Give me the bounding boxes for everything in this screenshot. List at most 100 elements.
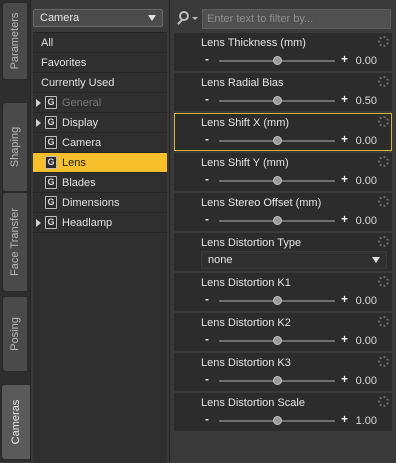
increment-button[interactable]: +: [341, 412, 348, 426]
property-label: Lens Distortion Scale: [201, 397, 305, 409]
category-item-camera[interactable]: G Camera: [33, 133, 167, 153]
increment-button[interactable]: +: [341, 92, 348, 106]
property-lens-thickness: Lens Thickness (mm) - + 0.00: [174, 33, 392, 71]
slider-handle[interactable]: [273, 296, 282, 305]
category-list: All Favorites Currently Used G General G…: [33, 32, 167, 463]
slider-handle[interactable]: [273, 176, 282, 185]
property-lens-distortion-k3: Lens Distortion K3 - + 0.00: [174, 353, 392, 391]
property-value[interactable]: 1.00: [356, 415, 377, 427]
category-item-general[interactable]: G General: [33, 93, 167, 113]
group-icon: G: [45, 196, 57, 209]
tab-parameters[interactable]: Parameters: [2, 2, 28, 80]
gear-icon[interactable]: [378, 196, 389, 207]
filter-input[interactable]: [202, 9, 391, 29]
property-value[interactable]: 0.00: [356, 375, 377, 387]
slider-handle[interactable]: [273, 336, 282, 345]
increment-button[interactable]: +: [341, 212, 348, 226]
property-label: Lens Distortion K1: [201, 277, 291, 289]
slider-handle[interactable]: [273, 216, 282, 225]
decrement-button[interactable]: -: [205, 292, 209, 306]
category-item-favorites[interactable]: Favorites: [33, 53, 167, 73]
category-item-display[interactable]: G Display: [33, 113, 167, 133]
gear-icon[interactable]: [378, 156, 389, 167]
slider-handle[interactable]: [273, 416, 282, 425]
property-value[interactable]: 0.00: [356, 135, 377, 147]
decrement-button[interactable]: -: [205, 412, 209, 426]
value-slider[interactable]: - +: [197, 372, 351, 387]
category-item-dimensions[interactable]: G Dimensions: [33, 193, 167, 213]
category-item-blades[interactable]: G Blades: [33, 173, 167, 193]
gear-icon[interactable]: [378, 396, 389, 407]
slider-handle[interactable]: [273, 96, 282, 105]
property-label: Lens Shift X (mm): [201, 117, 290, 129]
property-label: Lens Stereo Offset (mm): [201, 197, 322, 209]
expand-arrow-icon[interactable]: [36, 219, 41, 227]
tab-label: Shaping: [9, 126, 21, 168]
category-item-all[interactable]: All: [33, 33, 167, 53]
tab-shaping[interactable]: Shaping: [2, 102, 28, 192]
gear-icon[interactable]: [378, 276, 389, 287]
property-value[interactable]: 0.00: [356, 215, 377, 227]
property-value[interactable]: 0.00: [356, 335, 377, 347]
property-value[interactable]: 0.00: [356, 295, 377, 307]
slider-handle[interactable]: [273, 56, 282, 65]
property-lens-distortion-type: Lens Distortion Type none: [174, 233, 392, 271]
tab-label: Face Transfer: [9, 208, 21, 276]
property-value[interactable]: 0.00: [356, 175, 377, 187]
category-label: Currently Used: [41, 77, 115, 89]
decrement-button[interactable]: -: [205, 92, 209, 106]
category-item-headlamp[interactable]: G Headlamp: [33, 213, 167, 233]
value-slider[interactable]: - +: [197, 332, 351, 347]
value-slider[interactable]: - +: [197, 92, 351, 107]
value-slider[interactable]: - +: [197, 412, 351, 427]
group-icon: G: [45, 96, 57, 109]
increment-button[interactable]: +: [341, 292, 348, 306]
group-icon: G: [45, 116, 57, 129]
gear-icon[interactable]: [378, 76, 389, 87]
gear-icon[interactable]: [378, 36, 389, 47]
category-panel: Camera All Favorites Currently Used G Ge…: [31, 0, 170, 463]
value-slider[interactable]: - +: [197, 172, 351, 187]
decrement-button[interactable]: -: [205, 52, 209, 66]
node-select[interactable]: Camera: [33, 9, 163, 27]
increment-button[interactable]: +: [341, 332, 348, 346]
decrement-button[interactable]: -: [205, 372, 209, 386]
decrement-button[interactable]: -: [205, 132, 209, 146]
increment-button[interactable]: +: [341, 172, 348, 186]
value-slider[interactable]: - +: [197, 292, 351, 307]
decrement-button[interactable]: -: [205, 172, 209, 186]
property-lens-shift-y: Lens Shift Y (mm) - + 0.00: [174, 153, 392, 191]
property-lens-distortion-k1: Lens Distortion K1 - + 0.00: [174, 273, 392, 311]
increment-button[interactable]: +: [341, 52, 348, 66]
increment-button[interactable]: +: [341, 372, 348, 386]
tab-face-transfer[interactable]: Face Transfer: [2, 192, 28, 292]
category-item-lens[interactable]: G Lens: [33, 153, 167, 173]
distortion-type-dropdown[interactable]: none: [201, 251, 387, 269]
category-label: Headlamp: [62, 217, 113, 229]
category-item-currently-used[interactable]: Currently Used: [33, 73, 167, 93]
value-slider[interactable]: - +: [197, 132, 351, 147]
increment-button[interactable]: +: [341, 132, 348, 146]
category-label: Camera: [62, 137, 102, 149]
search-icon[interactable]: [179, 11, 198, 21]
category-label: All: [41, 37, 54, 49]
property-value[interactable]: 0.00: [356, 55, 377, 67]
property-value[interactable]: 0.50: [356, 95, 377, 107]
expand-arrow-icon[interactable]: [36, 119, 41, 127]
expand-arrow-icon[interactable]: [36, 99, 41, 107]
slider-handle[interactable]: [273, 376, 282, 385]
tab-cameras[interactable]: Cameras: [1, 384, 30, 460]
tab-posing[interactable]: Posing: [2, 296, 28, 372]
value-slider[interactable]: - +: [197, 212, 351, 227]
property-lens-distortion-k2: Lens Distortion K2 - + 0.00: [174, 313, 392, 351]
slider-handle[interactable]: [273, 136, 282, 145]
gear-icon[interactable]: [378, 116, 389, 127]
value-slider[interactable]: - +: [197, 52, 351, 67]
category-label: General: [62, 97, 102, 109]
side-tab-bar: Parameters Shaping Face Transfer Posing …: [0, 0, 31, 462]
decrement-button[interactable]: -: [205, 332, 209, 346]
gear-icon[interactable]: [378, 316, 389, 327]
decrement-button[interactable]: -: [205, 212, 209, 226]
gear-icon[interactable]: [378, 356, 389, 367]
gear-icon[interactable]: [378, 236, 389, 247]
